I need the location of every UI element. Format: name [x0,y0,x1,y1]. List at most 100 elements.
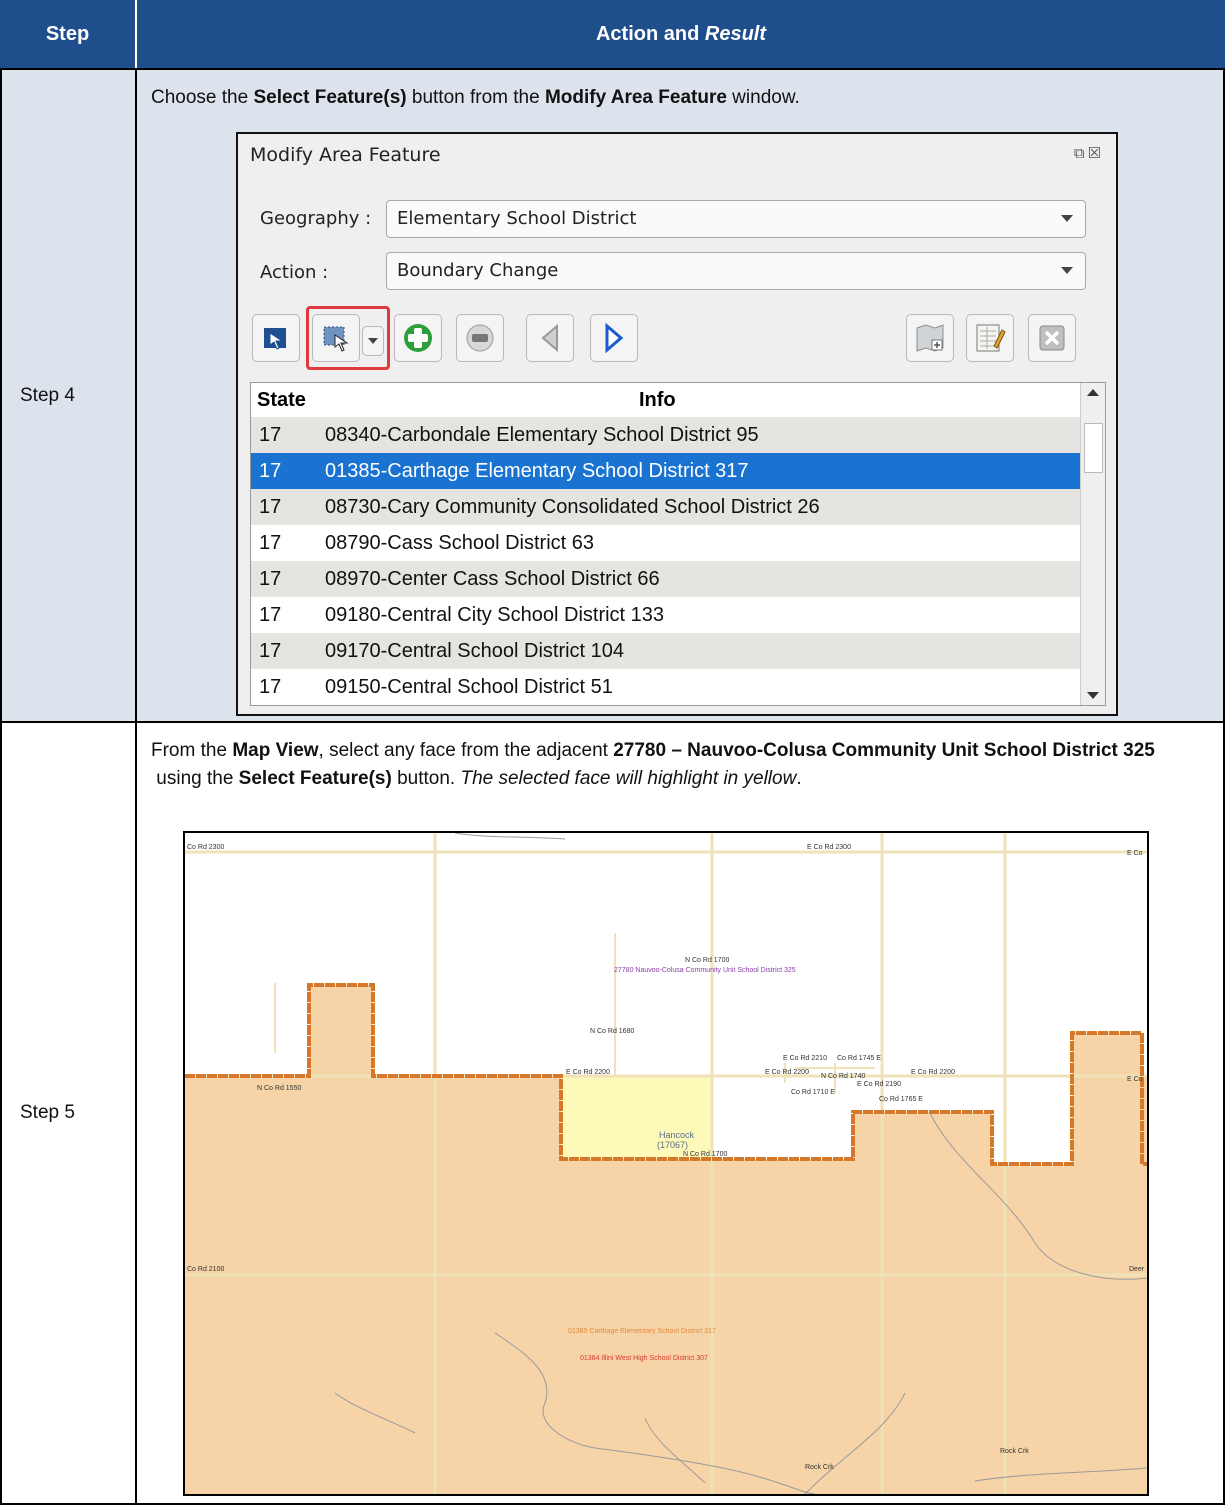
bold-text: Map View [232,740,319,761]
table-row[interactable]: 17 01385-Carthage Elementary School Distr… [251,453,1081,489]
geography-label: Geography : [260,208,372,229]
state-cell: 17 [259,568,282,590]
highlight-box [306,306,390,370]
text: window. [726,87,800,108]
info-cell: 09150-Central School District 51 [325,676,613,698]
step-4-cell: Step 4 [0,68,137,723]
text: button. [391,768,461,789]
scroll-up-icon[interactable] [1087,389,1099,396]
text: , select any face from the adjacent [318,740,614,761]
bold-text: Modify Area Feature [544,87,727,108]
table-row[interactable]: 17 09170-Central School District 104 [251,633,1081,669]
road-label: Co Rd 1710 E [791,1089,835,1096]
road-label: E Co Rd 2200 [911,1069,955,1076]
text: Choose the [151,87,254,108]
road-label: Deer [1129,1266,1145,1273]
add-button[interactable] [394,314,442,362]
results-table: State Info 17 08340-Carbondale Elementary… [250,382,1106,706]
road-label: N Co Rd 1680 [590,1028,634,1035]
remove-icon [466,324,494,352]
road-label: E Co Rd 2200 [566,1069,610,1076]
info-cell: 08970-Center Cass School District 66 [325,568,660,590]
road-label: N Co Rd 1550 [257,1085,301,1092]
step-5-cell: Step 5 [0,721,137,1505]
info-cell: 01385-Carthage Elementary School Distric… [325,460,749,482]
header-action: Action and Result [137,0,1225,68]
district-label: 27780 Nauvoo-Colusa Community Unit Schoo… [614,967,796,974]
bold-text: Select Feature(s) [238,768,392,789]
selected-face[interactable] [561,1076,712,1159]
window-buttons-icon[interactable]: ⧉☒ [1074,144,1104,162]
info-cell: 08790-Cass School District 63 [325,532,595,554]
chevron-down-icon [1061,267,1073,274]
state-cell: 17 [259,424,282,446]
edit-table-button[interactable] [966,314,1014,362]
state-cell: 17 [259,460,282,482]
road-label: N Co Rd 1700 [683,1151,727,1158]
text: using the [151,768,239,789]
table-row[interactable]: 17 09150-Central School District 51 [251,669,1081,705]
table-row[interactable]: 17 08340-Carbondale Elementary School Dis… [251,417,1081,453]
close-button[interactable] [1028,314,1076,362]
column-header-state[interactable]: State [257,389,306,412]
district-area-right [1072,1033,1142,1164]
info-cell: 08730-Cary Community Consolidated School… [325,496,820,518]
district-label: 01385 Carthage Elementary School Distric… [568,1328,716,1335]
map-view[interactable]: Co Rd 2300 E Co Rd 2300 E Co N Co Rd 170… [183,831,1149,1496]
select-layer-button[interactable] [252,314,300,362]
bold-text: 27780 – Nauvoo-Colusa Community Unit Sch… [613,740,1155,761]
state-cell: 17 [259,640,282,662]
road-label: E Co [1127,1076,1143,1083]
header-result-label: Result [704,22,766,45]
info-cell: 09180-Central City School District 133 [325,604,665,626]
map-canvas[interactable]: Co Rd 2300 E Co Rd 2300 E Co N Co Rd 170… [185,833,1147,1494]
close-x-icon [1039,325,1065,351]
road-label: E Co Rd 2300 [807,844,851,851]
dialog-title: Modify Area Feature [250,144,441,166]
action-value: Boundary Change [397,260,559,281]
table-row[interactable]: 17 08730-Cary Community Consolidated Scho… [251,489,1081,525]
creek-label: Rock Crk [805,1464,834,1471]
road-label: E Co Rd 2200 [765,1069,809,1076]
table-row[interactable]: 17 08970-Center Cass School District 66 [251,561,1081,597]
road-label: Co Rd 1765 E [879,1096,923,1103]
county-code-label: (17067) [657,1140,688,1150]
next-icon [605,323,624,353]
district-area[interactable] [185,985,1147,1494]
road-label: E Co Rd 2190 [857,1081,901,1088]
action-select[interactable]: Boundary Change [386,252,1086,290]
previous-button[interactable] [526,314,574,362]
road-label: Co Rd 2100 [187,1266,224,1273]
vertical-scrollbar[interactable] [1080,383,1105,705]
info-cell: 08340-Carbondale Elementary School Distr… [325,424,759,446]
previous-icon [541,323,558,353]
county-label: Hancock [659,1130,695,1140]
geography-value: Elementary School District [397,208,637,229]
bold-text: Select Feature(s) [253,87,407,108]
chevron-down-icon [1061,215,1073,222]
modify-area-feature-dialog: Modify Area Feature ⧉☒ Geography : Eleme… [236,132,1118,716]
scroll-down-icon[interactable] [1087,692,1099,699]
step-5-instruction: From the Map View, select any face from … [151,737,1211,793]
table-row[interactable]: 17 09180-Central City School District 133 [251,597,1081,633]
geography-select[interactable]: Elementary School District [386,200,1086,238]
header-action-label: Action and [595,22,705,45]
next-button[interactable] [590,314,638,362]
road-label: Co Rd 2300 [187,844,224,851]
road-label: N Co Rd 1700 [685,957,729,964]
column-header-info[interactable]: Info [639,389,676,412]
select-layer-icon [264,328,286,350]
road-label: E Co Rd 2210 [783,1055,827,1062]
state-cell: 17 [259,496,282,518]
step-4-instruction: Choose the Select Feature(s) button from… [151,84,800,112]
remove-button[interactable] [456,314,504,362]
scroll-thumb[interactable] [1084,423,1103,473]
road-label: E Co [1127,850,1143,857]
table-header: State Info [251,383,1081,417]
italic-text: The selected face will highlight in yell… [460,768,797,789]
instruction-table: Step Action and Result Step 4 Choose the… [0,0,1225,1505]
zoom-to-button[interactable] [906,314,954,362]
text: . [796,768,802,789]
state-cell: 17 [259,532,282,554]
table-row[interactable]: 17 08790-Cass School District 63 [251,525,1081,561]
